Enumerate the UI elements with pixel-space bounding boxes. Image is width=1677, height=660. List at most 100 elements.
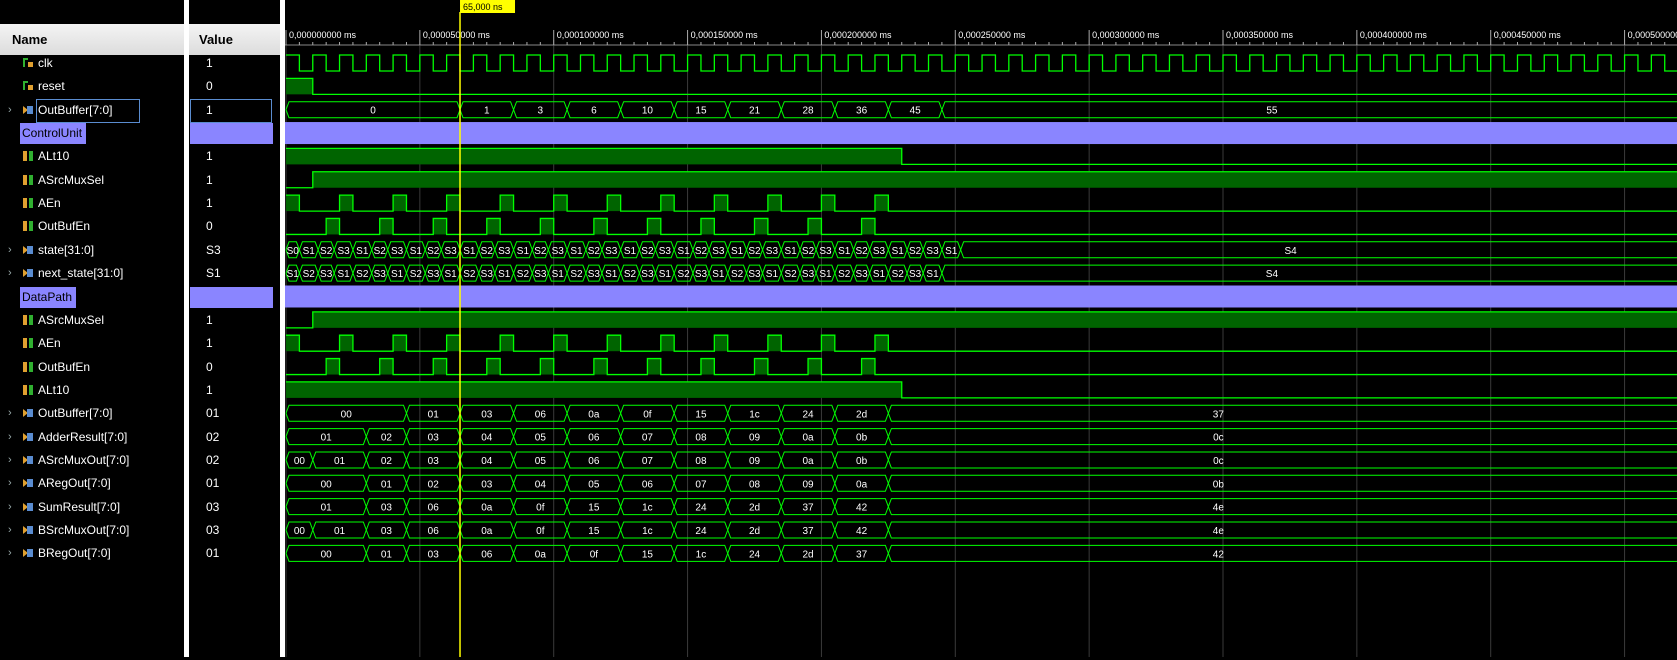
bus-value-label: S3	[337, 246, 350, 257]
signal-name-row[interactable]: › state[31:0]	[0, 238, 184, 263]
bus-value-label: S3	[391, 246, 404, 257]
bus-value-label: S2	[303, 269, 316, 280]
bus-value-label: 24	[695, 503, 707, 514]
expand-chevron-icon[interactable]: ›	[8, 448, 12, 473]
high-level-fill	[647, 218, 661, 235]
ruler-label: 0,000150000 ms	[691, 30, 759, 40]
bus-value-label: S2	[588, 246, 601, 257]
bus-value-label: 03	[481, 409, 493, 420]
waveform-signal[interactable]: 0 1 3 6 10 15 21 28 36 45 55	[285, 101, 1677, 119]
high-level-fill	[286, 335, 300, 352]
waveform-signal[interactable]: 00 01 02 03 04 05 06 07 08 09 0a 0b 0c	[285, 451, 1677, 469]
expand-chevron-icon[interactable]: ›	[8, 495, 12, 520]
waveform-group[interactable]	[285, 285, 1677, 308]
waveform-signal[interactable]: 00 01 03 06 0a 0f 15 1c 24 2d 37 42	[285, 544, 1677, 562]
signal-name-row[interactable]: › BSrcMuxOut[7:0]	[0, 518, 184, 543]
bus-value-label: 03	[481, 479, 493, 490]
signal-name-row[interactable]: › OutBuffer[7:0]	[0, 98, 184, 123]
signal-name-row[interactable]: reset	[0, 74, 184, 99]
timeline-ruler[interactable]: 0,000000000 ms 0,000050000 ms 0,000100000 …	[285, 30, 1677, 46]
signal-name-row[interactable]: › OutBuffer[7:0]	[0, 401, 184, 426]
high-level-fill	[339, 195, 353, 212]
bus-value-label: 42	[1213, 549, 1225, 560]
signal-name-row[interactable]: OutBufEn	[0, 214, 184, 239]
waveform-signal[interactable]: 00 01 03 06 0a 0f 15 1c 24 2d 37	[285, 404, 1677, 422]
expand-chevron-icon[interactable]: ›	[8, 518, 12, 543]
waveform-signal[interactable]: 01 03 06 0a 0f 15 1c 24 2d 37 42 4e	[285, 498, 1677, 516]
expand-chevron-icon[interactable]: ›	[8, 471, 12, 496]
expand-chevron-icon[interactable]: ›	[8, 425, 12, 450]
bus-value-label: 06	[428, 526, 440, 537]
signal-value-text: 1	[206, 172, 213, 187]
signal-name: AEn	[38, 196, 61, 211]
signal-name-row[interactable]: ASrcMuxSel	[0, 308, 184, 333]
waveform-canvas[interactable]: 0,000000000 ms 0,000050000 ms 0,000100000 …	[285, 0, 1677, 657]
signal-name-row[interactable]: ALt10	[0, 378, 184, 403]
expand-chevron-icon[interactable]: ›	[8, 541, 12, 566]
group-row[interactable]: DataPath	[0, 285, 184, 310]
bus-value-label: S2	[855, 246, 868, 257]
waveform-signal[interactable]	[286, 381, 1677, 399]
signal-name-row[interactable]: › AdderResult[7:0]	[0, 425, 184, 450]
bus-icon	[22, 267, 34, 279]
bus-value-label: S2	[356, 269, 369, 280]
high-level-fill	[553, 195, 568, 212]
waveform-signal[interactable]: 00 01 03 06 0a 0f 15 1c 24 2d 37 42 4e	[285, 521, 1677, 539]
bus-icon	[22, 547, 34, 559]
bus-value-label: 03	[428, 549, 440, 560]
bus-value-label: S1	[445, 269, 458, 280]
bus-value-label: 05	[535, 433, 547, 444]
waveform-signal[interactable]	[286, 217, 1677, 236]
waveform-signal[interactable]: 01 02 03 04 05 06 07 08 09 0a 0b 0c	[285, 428, 1677, 446]
bus-value-label: S2	[410, 269, 423, 280]
signal-name-row[interactable]: › SumResult[7:0]	[0, 495, 184, 520]
ruler-label: 0,000200000 ms	[824, 30, 892, 40]
waveform-signal[interactable]	[286, 334, 1677, 352]
signal-name-row[interactable]: AEn	[0, 191, 184, 216]
bus-value-label: 0f	[643, 409, 652, 420]
bus-value-label: 03	[381, 526, 393, 537]
bus-value-label: S1	[410, 246, 423, 257]
waveform-signal[interactable]	[286, 171, 1677, 189]
bus-value-label: S2	[534, 246, 547, 257]
waveform-signal[interactable]	[286, 311, 1677, 329]
bus-value-label: 24	[749, 549, 761, 560]
waveform-signal[interactable]	[286, 194, 1677, 212]
bus-value-label: S2	[570, 269, 583, 280]
group-label: ControlUnit	[20, 123, 87, 145]
signal-value: 1	[189, 168, 280, 193]
signal-value: 02	[189, 425, 280, 450]
signal-name-row[interactable]: clk	[0, 51, 184, 76]
high-level-fill	[607, 335, 621, 352]
signal-name-row[interactable]: OutBufEn	[0, 355, 184, 380]
expand-chevron-icon[interactable]: ›	[8, 238, 12, 263]
waveform-signal[interactable]: 00 01 02 03 04 05 06 07 08 09 0a 0b	[285, 474, 1677, 492]
waveform-signal[interactable]: S0 S1 S2 S3 S1 S2 S3 S1 S2 S3 S1 S2 S3 S1 S2 S3 S1 S2 S3 S1…	[285, 241, 1677, 259]
waveform-signal[interactable]	[286, 147, 1677, 166]
bus-value-label: S3	[427, 269, 440, 280]
waveform-signal[interactable]	[286, 54, 1677, 72]
waveform-view[interactable]: 0,000000000 ms 0,000050000 ms 0,000100000 …	[285, 0, 1677, 657]
signal-name-row[interactable]: ALt10	[0, 144, 184, 169]
waveform-signal[interactable]	[286, 77, 1677, 95]
group-row[interactable]: ControlUnit	[0, 121, 184, 146]
waveform-signal[interactable]: S1 S2 S3 S1 S2 S3 S1 S2 S3 S1 S2 S3 S1 S2 S3 S1 S2 S3 S1 S2…	[285, 264, 1677, 282]
bus-value-label: 0b	[1213, 479, 1225, 490]
waveform-signal[interactable]	[286, 357, 1677, 376]
bus-value-label: S3	[909, 269, 922, 280]
signal-name-row[interactable]: › BRegOut[7:0]	[0, 541, 184, 566]
waveform-group[interactable]	[285, 122, 1677, 145]
bus-value-label: S2	[517, 269, 530, 280]
expand-chevron-icon[interactable]: ›	[8, 98, 12, 123]
signal-name-row[interactable]: › ARegOut[7:0]	[0, 471, 184, 496]
bus-value-label: 1c	[749, 409, 760, 420]
signal-name-row[interactable]: › next_state[31:0]	[0, 261, 184, 286]
expand-chevron-icon[interactable]: ›	[8, 401, 12, 426]
signal-name-row[interactable]: ASrcMuxSel	[0, 168, 184, 193]
expand-chevron-icon[interactable]: ›	[8, 261, 12, 286]
signal-value-text: 01	[206, 476, 220, 491]
signal-name-row[interactable]: AEn	[0, 331, 184, 356]
bus-segment	[887, 544, 1677, 562]
bus-segment	[887, 498, 1677, 516]
signal-name-row[interactable]: › ASrcMuxOut[7:0]	[0, 448, 184, 473]
